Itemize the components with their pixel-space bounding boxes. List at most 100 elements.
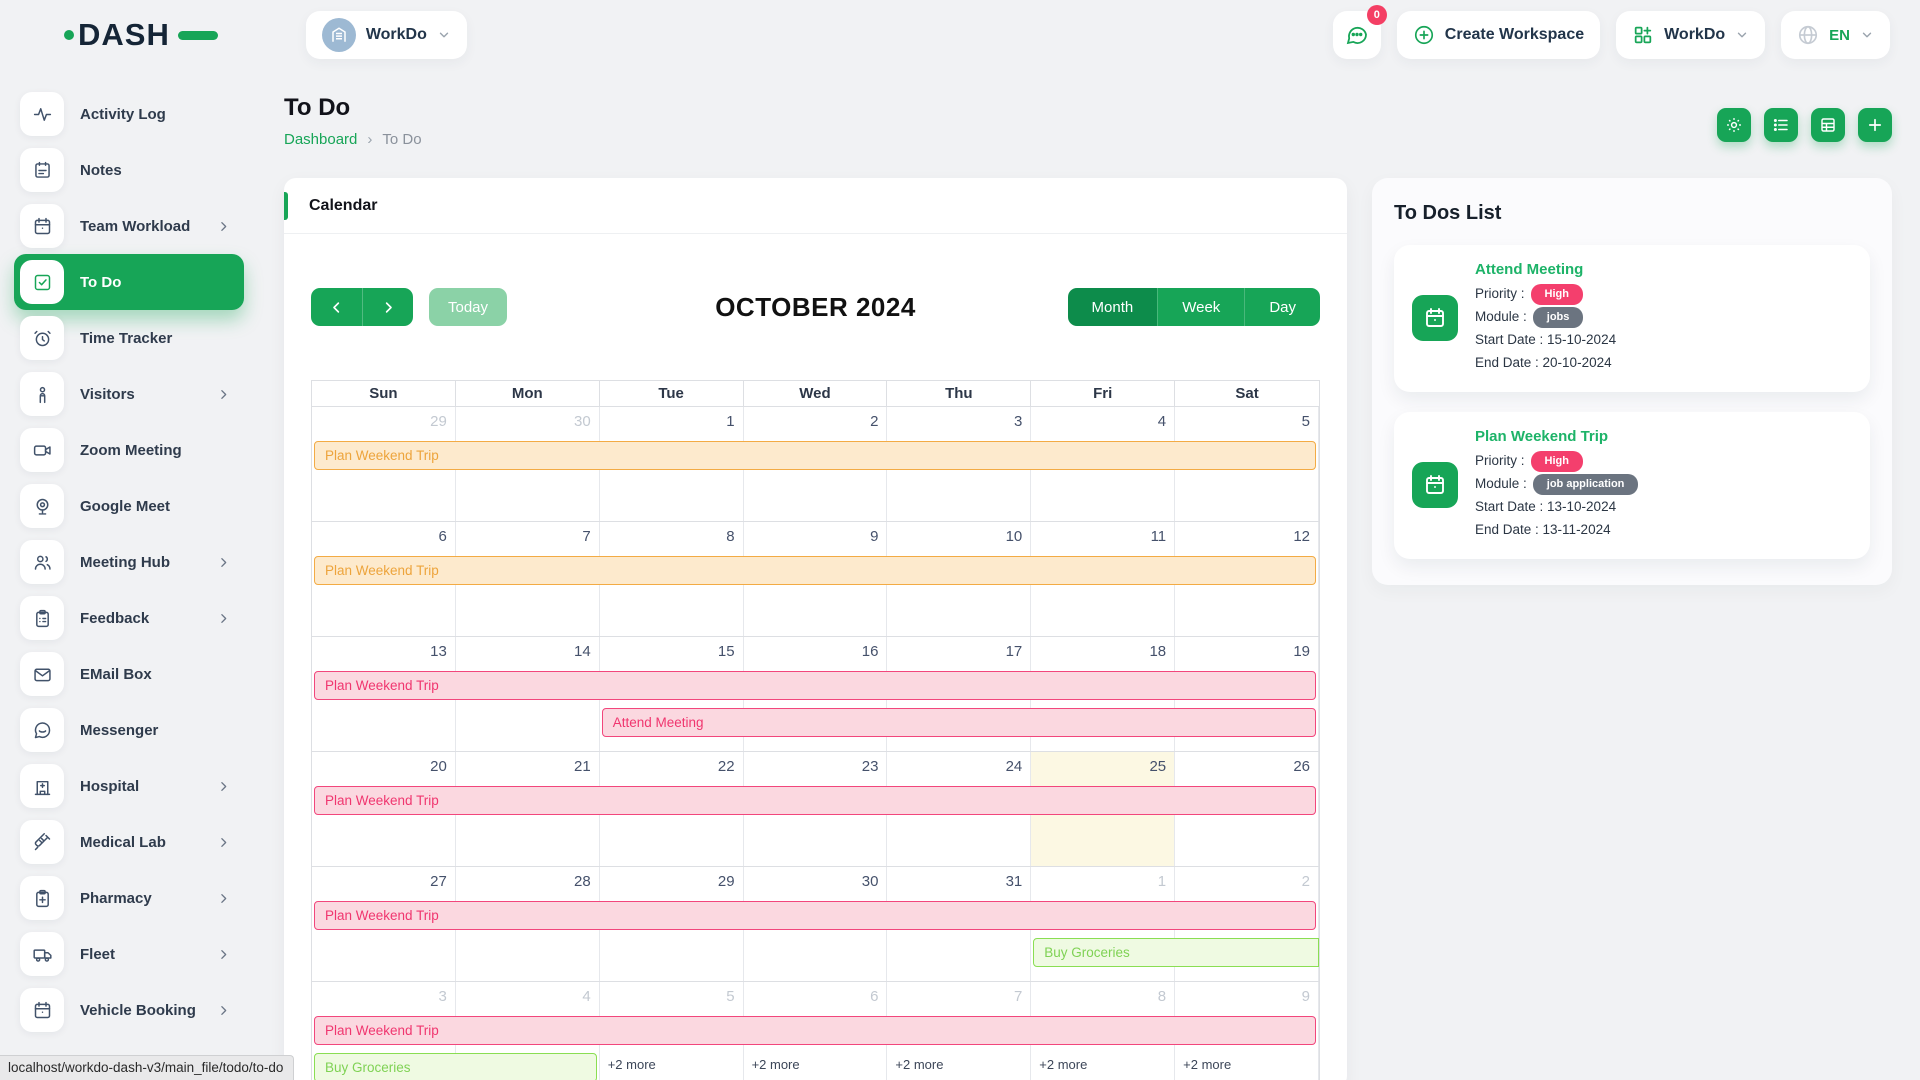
globe-icon (1797, 24, 1819, 46)
sidebar-item-team-workload[interactable]: Team Workload (14, 198, 244, 254)
sidebar-item-zoom-meeting[interactable]: Zoom Meeting (14, 422, 244, 478)
sidebar-item-medical-lab[interactable]: Medical Lab (14, 814, 244, 870)
sidebar-item-activity-log[interactable]: Activity Log (14, 86, 244, 142)
calendar-event-plan-weekend-trip[interactable]: Plan Weekend Trip (314, 556, 1316, 585)
chat-bubble-icon (20, 708, 64, 752)
sidebar-item-messenger[interactable]: Messenger (14, 702, 244, 758)
language-selector[interactable]: EN (1781, 11, 1890, 59)
squares-plus-icon (1632, 24, 1654, 46)
todo-module-line: Module :jobs (1475, 307, 1616, 328)
view-week-button[interactable]: Week (1157, 288, 1244, 326)
sidebar-item-label: Medical Lab (80, 834, 166, 851)
chat-button[interactable]: 0 (1333, 11, 1381, 59)
calendar-event-plan-weekend-trip[interactable]: Plan Weekend Trip (314, 901, 1316, 930)
more-events-link[interactable]: +2 more (608, 1057, 656, 1072)
calendar-event-buy-groceries[interactable]: Buy Groceries (314, 1053, 597, 1080)
todo-card-body: Plan Weekend Trip Priority :HighModule :j… (1475, 428, 1638, 543)
todo-end-date: End Date : 20-10-2024 (1475, 353, 1616, 374)
calendar-view-button[interactable] (1811, 108, 1845, 142)
logo-dot-icon (64, 30, 74, 40)
sidebar-item-label: Activity Log (80, 106, 166, 123)
clipboard-icon (20, 596, 64, 640)
todo-title-link[interactable]: Attend Meeting (1475, 261, 1616, 278)
chevron-right-icon (217, 1004, 230, 1017)
todo-title-link[interactable]: Plan Weekend Trip (1475, 428, 1638, 445)
more-events-link[interactable]: +2 more (752, 1057, 800, 1072)
workspace-switcher[interactable]: WorkDo (306, 11, 467, 59)
chevron-right-icon (217, 220, 230, 233)
more-events-link[interactable]: +2 more (1183, 1057, 1231, 1072)
chevron-right-icon (217, 948, 230, 961)
sidebar-item-label: Notes (80, 162, 122, 179)
sidebar-item-label: Fleet (80, 946, 115, 963)
sidebar-item-label: Meeting Hub (80, 554, 170, 571)
module-badge: jobs (1533, 307, 1584, 328)
sidebar-item-label: Hospital (80, 778, 139, 795)
sidebar-item-label: Pharmacy (80, 890, 152, 907)
calendar-icon (20, 204, 64, 248)
sidebar-item-meeting-hub[interactable]: Meeting Hub (14, 534, 244, 590)
todo-module-line: Module :job application (1475, 474, 1638, 495)
list-view-button[interactable] (1764, 108, 1798, 142)
sidebar-item-fleet[interactable]: Fleet (14, 926, 244, 982)
chevron-right-icon (217, 836, 230, 849)
page-head: To Do Dashboard › To Do (284, 94, 1892, 148)
app-logo[interactable]: DASH (64, 17, 218, 53)
calendar-event-buy-groceries[interactable]: Buy Groceries (1033, 938, 1319, 967)
todo-priority-line: Priority :High (1475, 451, 1638, 472)
chat-icon (1345, 23, 1369, 47)
webcam-icon (20, 484, 64, 528)
today-button[interactable]: Today (429, 288, 507, 326)
calendar-toolbar: Today OCTOBER 2024 MonthWeekDay (311, 288, 1320, 326)
calendar-icon (1412, 295, 1458, 341)
breadcrumb-dashboard-link[interactable]: Dashboard (284, 131, 357, 148)
prev-month-button[interactable] (311, 288, 362, 326)
calendar-event-plan-weekend-trip[interactable]: Plan Weekend Trip (314, 1016, 1316, 1045)
settings-button[interactable] (1717, 108, 1751, 142)
more-events-link[interactable]: +2 more (895, 1057, 943, 1072)
notes-icon (20, 148, 64, 192)
sidebar-item-to-do[interactable]: To Do (14, 254, 244, 310)
view-month-button[interactable]: Month (1068, 288, 1158, 326)
todo-card-attend-meeting: Attend MeetingPriority :HighModule :jobs… (1394, 245, 1870, 392)
calendar-event-plan-weekend-trip[interactable]: Plan Weekend Trip (314, 786, 1316, 815)
truck-icon (20, 932, 64, 976)
calendar-event-attend-meeting[interactable]: Attend Meeting (602, 708, 1316, 737)
sidebar-item-label: Feedback (80, 610, 149, 627)
topbar: DASH WorkDo 0 Create Workspace (0, 0, 1920, 70)
sidebar-item-feedback[interactable]: Feedback (14, 590, 244, 646)
chevron-down-icon (1735, 28, 1749, 42)
todo-card-plan-weekend-trip: Plan Weekend Trip Priority :HighModule :j… (1394, 412, 1870, 559)
create-workspace-button[interactable]: Create Workspace (1397, 11, 1600, 59)
sidebar-item-notes[interactable]: Notes (14, 142, 244, 198)
day-header-fri: Fri (1031, 381, 1175, 406)
next-month-button[interactable] (362, 288, 413, 326)
video-camera-icon (20, 428, 64, 472)
logo-dash-icon (178, 31, 218, 40)
sidebar-item-visitors[interactable]: Visitors (14, 366, 244, 422)
breadcrumb-separator-icon: › (367, 131, 372, 148)
view-day-button[interactable]: Day (1244, 288, 1320, 326)
todos-panel-title: To Dos List (1394, 202, 1870, 225)
page-title: To Do (284, 94, 1892, 122)
sidebar-item-time-tracker[interactable]: Time Tracker (14, 310, 244, 366)
calendar-week-row: 20212223242526Plan Weekend Trip (312, 751, 1319, 866)
sidebar-item-hospital[interactable]: Hospital (14, 758, 244, 814)
sidebar-item-vehicle-booking[interactable]: Vehicle Booking (14, 982, 244, 1038)
calendar-view-switcher: MonthWeekDay (1068, 288, 1320, 326)
chevron-down-icon (1860, 28, 1874, 42)
page-actions (1717, 108, 1892, 142)
workdo-menu-button[interactable]: WorkDo (1616, 11, 1765, 59)
more-events-link[interactable]: +2 more (1039, 1057, 1087, 1072)
sidebar-item-label: Messenger (80, 722, 158, 739)
envelope-icon (20, 652, 64, 696)
sidebar-item-pharmacy[interactable]: Pharmacy (14, 870, 244, 926)
sidebar-item-google-meet[interactable]: Google Meet (14, 478, 244, 534)
add-todo-button[interactable] (1858, 108, 1892, 142)
calendar-card-header: Calendar (284, 178, 1347, 234)
calendar-event-plan-weekend-trip[interactable]: Plan Weekend Trip (314, 441, 1316, 470)
person-icon (20, 372, 64, 416)
calendar-event-plan-weekend-trip[interactable]: Plan Weekend Trip (314, 671, 1316, 700)
sidebar-item-email-box[interactable]: EMail Box (14, 646, 244, 702)
day-header-sun: Sun (312, 381, 456, 406)
